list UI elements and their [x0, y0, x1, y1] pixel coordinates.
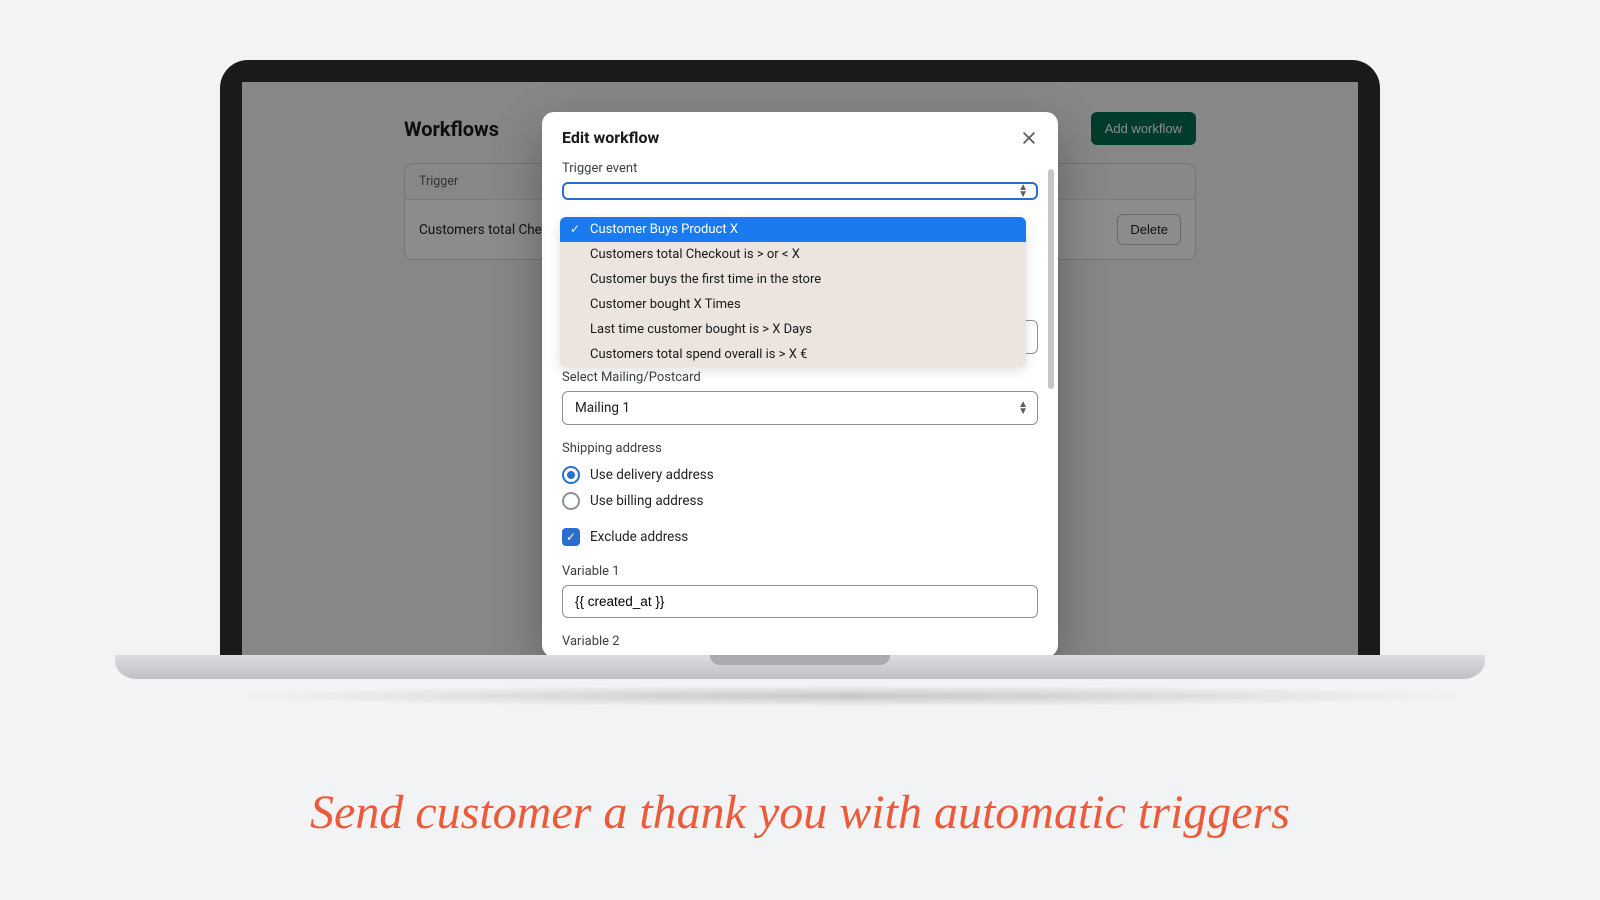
select-mailing-label: Select Mailing/Postcard [562, 370, 1038, 385]
variable-1-label: Variable 1 [562, 564, 1038, 579]
dropdown-option[interactable]: Customer Buys Product X [560, 217, 1026, 242]
shipping-address-label: Shipping address [562, 441, 1038, 456]
laptop-bezel: Workflows Add workflow Trigger Customers… [220, 60, 1380, 655]
screen: Workflows Add workflow Trigger Customers… [242, 82, 1358, 655]
dropdown-option[interactable]: Customers total spend overall is > X € [560, 342, 1026, 367]
dropdown-option[interactable]: Customer bought X Times [560, 292, 1026, 317]
close-icon[interactable] [1020, 129, 1038, 147]
scrollbar[interactable] [1048, 169, 1054, 649]
marketing-caption: Send customer a thank you with automatic… [0, 785, 1600, 840]
use-delivery-label: Use delivery address [590, 467, 714, 483]
dropdown-option[interactable]: Last time customer bought is > X Days [560, 317, 1026, 342]
dropdown-option[interactable]: Customer buys the first time in the stor… [560, 267, 1026, 292]
laptop-shadow [220, 685, 1480, 707]
modal-title: Edit workflow [562, 128, 659, 147]
laptop-base [115, 655, 1485, 679]
trigger-event-dropdown: Customer Buys Product X Customers total … [560, 217, 1026, 367]
use-billing-radio[interactable] [562, 492, 580, 510]
laptop-notch [710, 655, 890, 665]
dropdown-option[interactable]: Customers total Checkout is > or < X [560, 242, 1026, 267]
use-delivery-radio[interactable] [562, 466, 580, 484]
laptop-mockup: Workflows Add workflow Trigger Customers… [220, 60, 1380, 707]
edit-workflow-modal: Edit workflow Trigger event ▲▼ [542, 112, 1058, 655]
exclude-address-label: Exclude address [590, 529, 688, 545]
variable-1-input[interactable] [562, 585, 1038, 618]
trigger-event-label: Trigger event [562, 161, 1038, 176]
trigger-event-select[interactable] [562, 182, 1038, 200]
scroll-thumb[interactable] [1048, 169, 1054, 389]
exclude-address-checkbox[interactable]: ✓ [562, 528, 580, 546]
use-billing-label: Use billing address [590, 493, 703, 509]
variable-2-label: Variable 2 [562, 634, 1038, 649]
mailing-select[interactable]: Mailing 1 [562, 391, 1038, 425]
